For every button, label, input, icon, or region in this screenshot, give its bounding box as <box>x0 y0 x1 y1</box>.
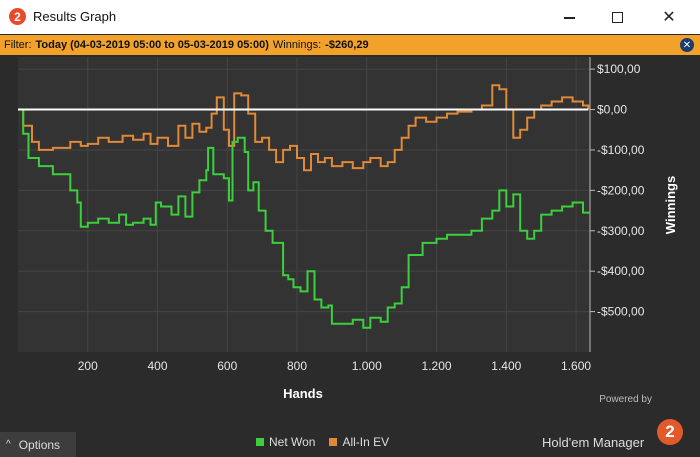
legend-swatch <box>256 438 264 446</box>
x-tick-label: 200 <box>78 359 98 373</box>
x-tick-label: 1.600 <box>561 359 591 373</box>
x-tick-label: 1.200 <box>422 359 452 373</box>
y-tick-label: $0,00 <box>597 103 627 117</box>
brand-name: Hold'em Manager <box>542 435 645 450</box>
winnings-label: Winnings: <box>272 39 322 51</box>
results-graph: $100,00 $0,00 -$100,00 -$200,00 -$300,00 -$40… <box>0 55 700 427</box>
maximize-button[interactable] <box>594 0 640 34</box>
x-axis-ticks: 200 400 600 800 1.000 1.200 1.400 1.600 <box>78 359 592 373</box>
title-bar: 2 Results Graph ✕ <box>0 0 700 34</box>
window-title: Results Graph <box>33 9 117 24</box>
minimize-button[interactable] <box>546 0 592 34</box>
y-tick-label: $100,00 <box>597 62 641 76</box>
x-axis-label: Hands <box>283 386 323 401</box>
x-tick-label: 800 <box>287 359 307 373</box>
chevron-up-icon: ^ <box>6 439 11 450</box>
legend-label: Net Won <box>269 435 316 449</box>
y-tick-label: -$200,00 <box>597 183 645 197</box>
close-icon: ✕ <box>662 9 676 26</box>
options-button[interactable]: ^ Options <box>0 432 76 457</box>
x-tick-label: 600 <box>217 359 237 373</box>
y-axis-label: Winnings <box>663 176 678 234</box>
x-tick-label: 1.000 <box>352 359 382 373</box>
filter-value: Today (04-03-2019 05:00 to 05-03-2019 05… <box>35 39 269 51</box>
legend-item-net-won: Net Won <box>256 435 315 449</box>
x-tick-label: 400 <box>147 359 167 373</box>
plot-background <box>18 57 590 352</box>
footer: ^ Options Net Won All-In EV Powered by H… <box>0 394 700 457</box>
minimize-icon <box>563 17 575 19</box>
results-chart: $100,00 $0,00 -$100,00 -$200,00 -$300,00 -$40… <box>18 57 678 401</box>
chart-legend: Net Won All-In EV <box>256 435 403 449</box>
y-tick-label: -$500,00 <box>597 305 645 319</box>
y-tick-label: -$100,00 <box>597 143 645 157</box>
options-label: Options <box>18 437 61 452</box>
y-tick-label: -$300,00 <box>597 224 645 238</box>
legend-label: All-In EV <box>342 435 390 449</box>
legend-item-all-in-ev: All-In EV <box>329 435 389 449</box>
legend-swatch <box>329 438 338 446</box>
powered-by-text: Powered by <box>599 394 652 405</box>
brand-logo-icon: 2 <box>657 419 683 445</box>
filter-close-button[interactable]: ✕ <box>680 38 694 52</box>
close-icon: ✕ <box>682 39 692 51</box>
close-button[interactable]: ✕ <box>646 0 692 34</box>
maximize-icon <box>611 11 623 23</box>
winnings-value: -$260,29 <box>325 39 369 51</box>
x-tick-label: 1.400 <box>491 359 521 373</box>
filter-bar: Filter: Today (04-03-2019 05:00 to 05-03… <box>0 35 700 55</box>
y-axis-ticks: $100,00 $0,00 -$100,00 -$200,00 -$300,00 -$40… <box>590 62 645 319</box>
app-logo-icon: 2 <box>9 8 26 25</box>
filter-label: Filter: <box>4 39 32 51</box>
y-tick-label: -$400,00 <box>597 264 645 278</box>
